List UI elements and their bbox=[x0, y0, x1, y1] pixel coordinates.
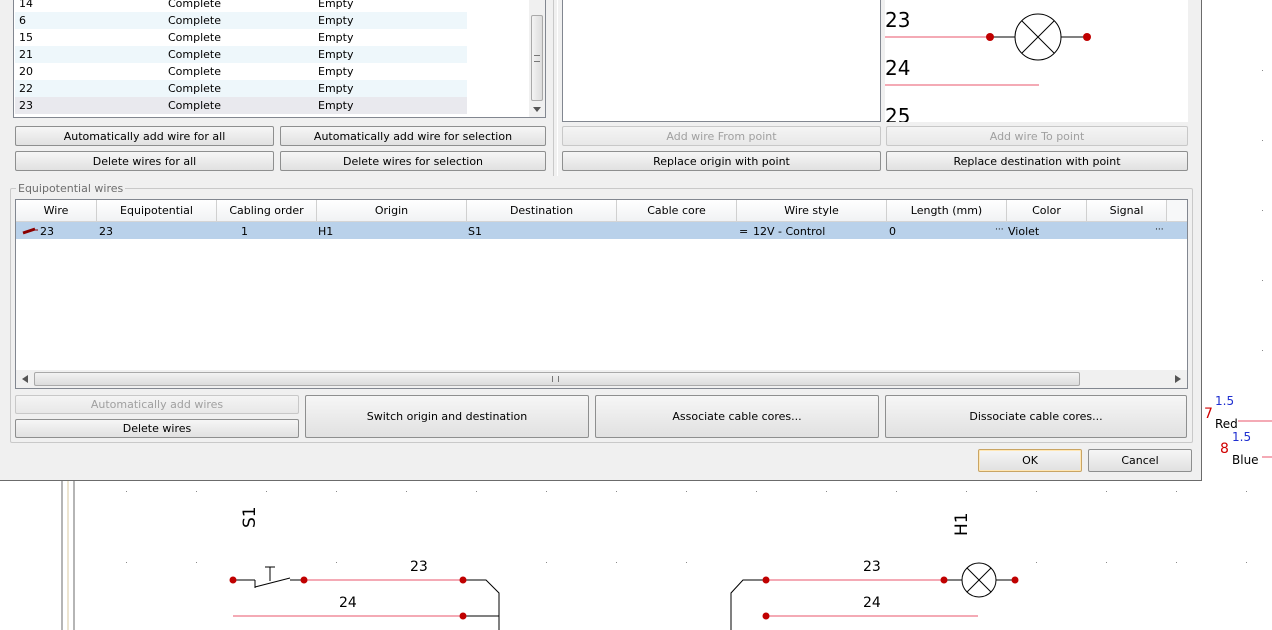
cell-wire: 23 bbox=[40, 225, 54, 238]
scroll-left-icon[interactable] bbox=[22, 375, 28, 383]
column-header-cable-core[interactable]: Cable core bbox=[617, 200, 737, 221]
h1-wire-24-label: 24 bbox=[863, 595, 881, 611]
preview-label-25: 25 bbox=[885, 104, 911, 122]
cell-color: Violet bbox=[1008, 225, 1040, 238]
delete-selection-button[interactable]: Delete wires for selection bbox=[280, 151, 546, 171]
hscroll-grip-icon bbox=[552, 376, 559, 382]
s1-wire-23-label: 23 bbox=[410, 559, 428, 575]
list-item[interactable]: 22 Complete Empty bbox=[15, 80, 467, 97]
preview-label-24: 24 bbox=[885, 56, 911, 80]
add-wire-to-point-button[interactable]: Add wire To point bbox=[886, 126, 1188, 146]
equipotential-group-title: Equipotential wires bbox=[16, 182, 126, 195]
column-header-signal[interactable]: Signal bbox=[1087, 200, 1167, 221]
legend-color-1: Red bbox=[1215, 417, 1238, 431]
list-item[interactable]: 23 Complete Empty bbox=[15, 97, 467, 114]
wire-icon bbox=[22, 227, 38, 235]
list-item[interactable]: 20 Complete Empty bbox=[15, 63, 467, 80]
scroll-down-icon[interactable] bbox=[533, 107, 541, 113]
switch-origin-destination-button[interactable]: Switch origin and destination bbox=[305, 395, 589, 438]
cell-cabling-order: 1 bbox=[241, 225, 248, 238]
table-hscrollbar[interactable] bbox=[16, 370, 1187, 388]
s1-label: S1 bbox=[240, 506, 260, 528]
delete-all-button[interactable]: Delete wires for all bbox=[15, 151, 274, 171]
preview-blank-panel bbox=[562, 0, 881, 122]
length-more-button[interactable]: ··· bbox=[995, 225, 1004, 235]
cancel-button[interactable]: Cancel bbox=[1088, 449, 1192, 472]
auto-add-wires-button[interactable]: Automatically add wires bbox=[15, 395, 299, 414]
column-header-equipotential[interactable]: Equipotential bbox=[97, 200, 217, 221]
auto-add-selection-button[interactable]: Automatically add wire for selection bbox=[280, 126, 546, 146]
h1-label: H1 bbox=[952, 512, 972, 536]
legend-color-2: Blue bbox=[1232, 453, 1259, 467]
list-item[interactable]: 15 Complete Empty bbox=[15, 29, 467, 46]
legend-size-2: 1.5 bbox=[1232, 430, 1252, 444]
column-header-origin[interactable]: Origin bbox=[317, 200, 467, 221]
cell-equipotential: 23 bbox=[99, 225, 113, 238]
column-header-color[interactable]: Color bbox=[1007, 200, 1087, 221]
legend-number-2: 8 bbox=[1220, 441, 1229, 457]
add-wire-from-point-button[interactable]: Add wire From point bbox=[562, 126, 881, 146]
scroll-grip-icon bbox=[534, 55, 540, 62]
wire-style-mark: = bbox=[739, 225, 749, 238]
column-header-wire[interactable]: Wire bbox=[16, 200, 97, 221]
panel-splitter[interactable] bbox=[553, 0, 558, 176]
scroll-right-icon[interactable] bbox=[1175, 375, 1181, 383]
cell-origin: H1 bbox=[318, 225, 334, 238]
column-header-destination[interactable]: Destination bbox=[467, 200, 617, 221]
column-header-cabling-order[interactable]: Cabling order bbox=[217, 200, 317, 221]
wire-dialog: 14 Complete Empty 6 Complete Empty 15 Co… bbox=[0, 0, 1202, 481]
cell-destination: S1 bbox=[468, 225, 482, 238]
cell-wire-style: 12V - Control bbox=[753, 225, 826, 238]
column-header-wire-style[interactable]: Wire style bbox=[737, 200, 887, 221]
s1-wire-24-label: 24 bbox=[339, 595, 357, 611]
equipotential-table[interactable]: Wire Equipotential Cabling order Origin … bbox=[15, 199, 1188, 389]
list-item[interactable]: 14 Complete Empty bbox=[15, 0, 467, 12]
table-row[interactable]: 23 23 1 H1 S1 = 12V - Control 0 ··· Viol… bbox=[16, 222, 1187, 239]
cell-length: 0 bbox=[889, 225, 896, 238]
s1-pushbutton-symbol bbox=[233, 566, 304, 588]
legend-number-1: 7 bbox=[1204, 406, 1213, 422]
preview-label-23: 23 bbox=[885, 8, 911, 32]
h1-wire-23-label: 23 bbox=[863, 559, 881, 575]
auto-add-all-button[interactable]: Automatically add wire for all bbox=[15, 126, 274, 146]
preview-schematic-panel: 23 24 25 bbox=[885, 0, 1188, 122]
list-item[interactable]: 6 Complete Empty bbox=[15, 12, 467, 29]
signal-more-button[interactable]: ··· bbox=[1155, 225, 1164, 235]
replace-destination-button[interactable]: Replace destination with point bbox=[886, 151, 1188, 171]
legend-size-1: 1.5 bbox=[1215, 394, 1235, 408]
list-item[interactable]: 21 Complete Empty bbox=[15, 46, 467, 63]
delete-wires-button[interactable]: Delete wires bbox=[15, 419, 299, 438]
associate-cable-cores-button[interactable]: Associate cable cores... bbox=[595, 395, 879, 438]
table-header: Wire Equipotential Cabling order Origin … bbox=[16, 200, 1187, 222]
replace-origin-button[interactable]: Replace origin with point bbox=[562, 151, 881, 171]
column-header-length[interactable]: Length (mm) bbox=[887, 200, 1007, 221]
ok-button[interactable]: OK bbox=[978, 449, 1082, 472]
dissociate-cable-cores-button[interactable]: Dissociate cable cores... bbox=[885, 395, 1187, 438]
preview-lamp-symbol bbox=[885, 13, 1091, 86]
wire-list-scrollbar[interactable] bbox=[529, 0, 545, 117]
wire-list[interactable]: 14 Complete Empty 6 Complete Empty 15 Co… bbox=[13, 0, 546, 118]
